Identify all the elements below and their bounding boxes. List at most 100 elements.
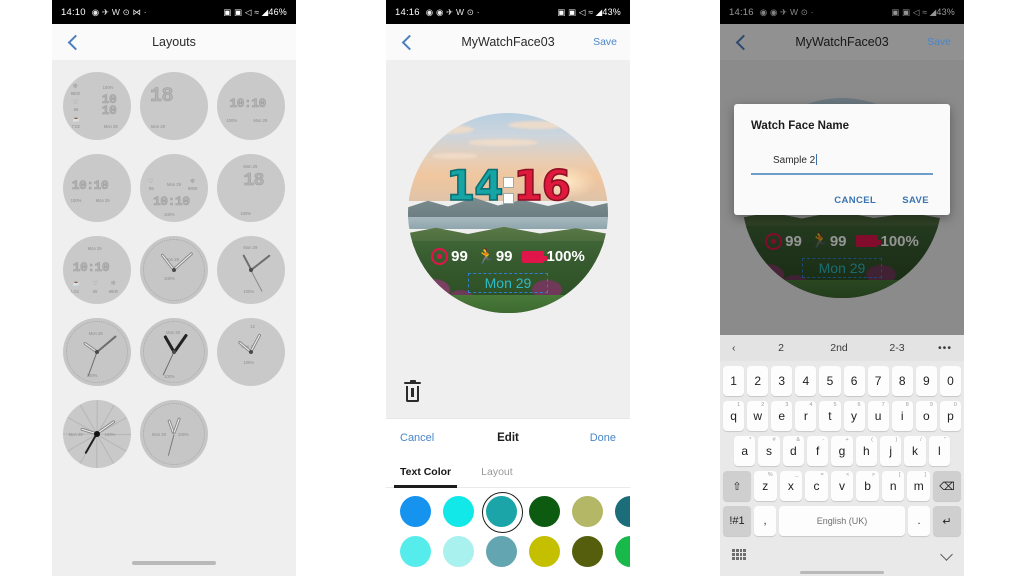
key-6[interactable]: 6: [843, 366, 865, 396]
key-l[interactable]: l ": [928, 436, 950, 466]
app-header: MyWatchFace03 Save: [386, 24, 630, 60]
color-swatch[interactable]: [400, 536, 431, 567]
layout-item[interactable]: 18 Mon 29: [135, 70, 212, 142]
key-c[interactable]: c =: [805, 471, 828, 501]
color-swatch[interactable]: [443, 536, 474, 567]
key-5[interactable]: 5: [819, 366, 841, 396]
layout-item[interactable]: Mon 29 18 100%: [213, 152, 290, 224]
key-j[interactable]: j): [879, 436, 902, 466]
color-swatch[interactable]: [529, 496, 560, 527]
save-button[interactable]: Save: [593, 36, 617, 48]
save-button[interactable]: Save: [927, 36, 951, 48]
key-p[interactable]: p0: [939, 401, 961, 431]
key-i[interactable]: i8: [891, 401, 913, 431]
layout-item[interactable]: Mon 29 100%: [135, 234, 212, 306]
keyboard-grid-icon[interactable]: [732, 548, 746, 560]
key-b[interactable]: b >: [856, 471, 879, 501]
suggestion-2[interactable]: 2nd: [810, 342, 868, 354]
color-swatch[interactable]: [529, 536, 560, 567]
dialog-save-button[interactable]: SAVE: [902, 195, 929, 206]
overflow-dots-icon[interactable]: •••: [926, 342, 952, 354]
status-system-icons: ▣ ▣ ◁ ≈ ◢: [223, 6, 269, 17]
key-o[interactable]: o9: [915, 401, 937, 431]
color-swatch[interactable]: [572, 496, 603, 527]
key-m[interactable]: m]: [907, 471, 931, 501]
trash-icon[interactable]: [404, 379, 421, 402]
key-8[interactable]: 8: [891, 366, 913, 396]
layout-item[interactable]: ♡ 65 Mon 29 ❊ 9800 10:10 100%: [135, 152, 212, 224]
layout-item[interactable]: 10:10 100% Mon 29: [213, 70, 290, 142]
tab-layout[interactable]: Layout: [481, 456, 513, 488]
color-swatch-selected[interactable]: [482, 492, 523, 533]
watchface-preview[interactable]: 14 16 99 🏃 99 100% Mon 29: [408, 113, 608, 313]
watch-face-name-input[interactable]: Sample 2: [751, 154, 933, 166]
layout-item[interactable]: Mon 29 100%: [58, 316, 135, 388]
backspace-icon[interactable]: ⌫: [933, 471, 961, 501]
key-2[interactable]: 2: [747, 366, 769, 396]
cancel-button[interactable]: Cancel: [400, 432, 434, 444]
key-r[interactable]: r4: [795, 401, 817, 431]
chevron-left-icon[interactable]: [65, 34, 81, 50]
on-screen-keyboard: ‹ 2 2nd 2-3 ••• 1234567890 q1w2e3r4t5y6u…: [720, 335, 964, 576]
key-a[interactable]: a *: [734, 436, 756, 466]
time-separator-selection[interactable]: [502, 169, 514, 209]
key-k[interactable]: k /: [904, 436, 926, 466]
key-v[interactable]: v <: [830, 471, 854, 501]
layout-item[interactable]: Mon 29 100%: [58, 398, 135, 470]
key-w[interactable]: w2: [747, 401, 769, 431]
symbols-key[interactable]: !#1: [723, 506, 751, 536]
key-4[interactable]: 4: [795, 366, 817, 396]
layout-item[interactable]: 10:10 100% Mon 29: [58, 152, 135, 224]
key-s[interactable]: s #: [758, 436, 780, 466]
tab-text-color[interactable]: Text Color: [393, 456, 458, 488]
key-3[interactable]: 3: [771, 366, 793, 396]
layout-item[interactable]: Mon 29 100%: [135, 316, 212, 388]
done-button[interactable]: Done: [590, 432, 616, 444]
watchface-date[interactable]: Mon 29: [408, 273, 608, 293]
layout-item[interactable]: ❊ 9800 ♡ 65 ☕ 7:02 100% 10 10 Mon 29: [58, 70, 135, 142]
suggestion-1[interactable]: 2: [752, 342, 810, 354]
color-swatch[interactable]: [572, 536, 603, 567]
color-swatch[interactable]: [486, 536, 517, 567]
space-key[interactable]: English (UK): [779, 506, 905, 536]
complication-battery[interactable]: 100%: [521, 248, 585, 265]
key-q[interactable]: q1: [723, 401, 745, 431]
key-1[interactable]: 1: [723, 366, 745, 396]
suggestion-3[interactable]: 2-3: [868, 342, 926, 354]
key-f[interactable]: f-: [807, 436, 829, 466]
layout-item[interactable]: 12 Mon 29 100%: [213, 316, 290, 388]
shift-up-icon[interactable]: ⇧: [723, 471, 751, 501]
color-swatch[interactable]: [615, 536, 630, 567]
key-9[interactable]: 9: [915, 366, 937, 396]
color-swatch[interactable]: [443, 496, 474, 527]
key-alt-label: 3: [785, 402, 789, 408]
key-u[interactable]: u7: [867, 401, 889, 431]
key-alt-label: /: [920, 437, 922, 443]
layout-item[interactable]: Mon 29 100%: [213, 234, 290, 306]
key-d[interactable]: d &: [782, 436, 804, 466]
key-h[interactable]: h(: [855, 436, 877, 466]
color-swatch[interactable]: [615, 496, 630, 527]
watchface-time[interactable]: 14 16: [408, 164, 608, 209]
key-y[interactable]: y6: [843, 401, 865, 431]
key-x[interactable]: x _: [779, 471, 803, 501]
key-0[interactable]: 0: [939, 366, 961, 396]
key-t[interactable]: t5: [819, 401, 841, 431]
key-g[interactable]: g +: [831, 436, 853, 466]
key-e[interactable]: e3: [771, 401, 793, 431]
chevron-left-icon[interactable]: ‹: [732, 342, 752, 354]
key-n[interactable]: n[: [881, 471, 905, 501]
chevron-down-icon[interactable]: [941, 549, 952, 560]
period-key[interactable]: .: [908, 506, 930, 536]
layout-item[interactable]: Mon 29 10:10 ☕ 1:02 ♡ 65 ❊ 9800: [58, 234, 135, 306]
complication-heart-rate[interactable]: 99: [431, 248, 468, 265]
enter-return-icon[interactable]: ↵: [933, 506, 961, 536]
comma-key[interactable]: ,: [754, 506, 776, 536]
key-7[interactable]: 7: [867, 366, 889, 396]
chevron-left-icon[interactable]: [399, 34, 415, 50]
dialog-cancel-button[interactable]: CANCEL: [834, 195, 876, 206]
color-swatch[interactable]: [400, 496, 431, 527]
complication-activity[interactable]: 🏃 99: [477, 248, 513, 265]
key-z[interactable]: z%: [754, 471, 777, 501]
layout-item[interactable]: Mon 29 100%: [135, 398, 212, 470]
